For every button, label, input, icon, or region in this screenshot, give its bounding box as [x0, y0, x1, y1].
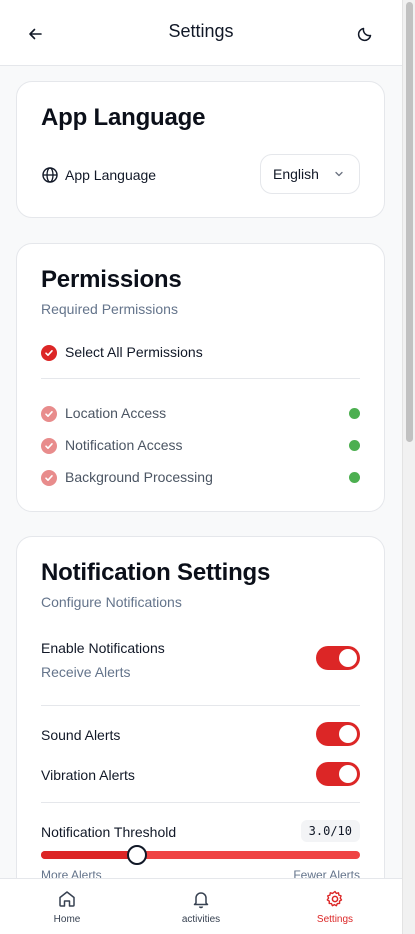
language-select-value: English	[273, 166, 319, 182]
threshold-slider-thumb[interactable]	[126, 845, 147, 865]
select-all-checkbox[interactable]	[41, 345, 57, 361]
enable-notifications-label: Enable Notifications	[41, 640, 165, 656]
vibration-alerts-label: Vibration Alerts	[41, 767, 135, 783]
threshold-slider[interactable]	[41, 845, 360, 865]
tab-home[interactable]: Home	[0, 879, 134, 934]
check-icon	[45, 443, 53, 449]
settings-screen: Settings App Language App Language Engli…	[0, 0, 402, 934]
page-title: Settings	[168, 21, 234, 41]
sound-alerts-toggle[interactable]	[316, 722, 360, 746]
home-icon	[59, 891, 75, 907]
permissions-card-title: Permissions	[41, 266, 182, 293]
check-icon	[45, 411, 53, 417]
bell-icon	[193, 892, 209, 909]
top-bar: Settings	[0, 0, 402, 66]
language-row-label: App Language	[65, 167, 157, 183]
language-select[interactable]: English	[260, 154, 360, 194]
page-scrollbar[interactable]	[402, 0, 415, 934]
notification-divider-2	[41, 802, 360, 803]
tab-settings[interactable]: Settings	[268, 879, 402, 934]
notification-divider-1	[41, 705, 360, 706]
location-access-label: Location Access	[65, 405, 167, 421]
scrollbar-thumb[interactable]	[406, 2, 413, 442]
threshold-slider-fill	[41, 851, 137, 859]
location-status-dot	[349, 408, 360, 419]
globe-icon	[42, 167, 58, 183]
tab-activities[interactable]: activities	[134, 879, 268, 934]
language-card-title: App Language	[41, 104, 206, 131]
permissions-card: Permissions Required Permissions Select …	[16, 243, 385, 512]
threshold-value-badge: 3.0/10	[300, 820, 360, 842]
select-all-label: Select All Permissions	[65, 344, 203, 360]
toggle-knob	[339, 765, 357, 783]
permissions-card-subtitle: Required Permissions	[41, 301, 178, 317]
tab-home-label: Home	[53, 914, 81, 925]
background-processing-label: Background Processing	[65, 469, 213, 485]
threshold-label: Notification Threshold	[41, 824, 177, 840]
notification-card-subtitle: Configure Notifications	[41, 594, 182, 610]
toggle-knob	[339, 725, 357, 743]
notification-access-label: Notification Access	[65, 437, 183, 453]
tab-activities-label: activities	[181, 914, 221, 925]
notification-status-dot	[349, 440, 360, 451]
enable-notifications-sub: Receive Alerts	[41, 664, 131, 680]
language-card: App Language App Language English	[16, 81, 385, 218]
toggle-knob	[339, 649, 357, 667]
background-processing-checkbox[interactable]	[41, 470, 57, 486]
vibration-alerts-toggle[interactable]	[316, 762, 360, 786]
sound-alerts-label: Sound Alerts	[41, 727, 121, 743]
moon-icon	[357, 27, 372, 42]
permissions-divider	[41, 378, 360, 379]
check-icon	[45, 475, 53, 481]
location-access-checkbox[interactable]	[41, 406, 57, 422]
enable-notifications-toggle[interactable]	[316, 646, 360, 670]
background-status-dot	[349, 472, 360, 483]
theme-toggle-button[interactable]	[352, 21, 378, 47]
bottom-tab-bar: Home activities Settings	[0, 878, 402, 934]
tab-settings-label: Settings	[316, 914, 354, 925]
check-icon	[45, 350, 53, 356]
notification-card-title: Notification Settings	[41, 559, 271, 586]
notification-access-checkbox[interactable]	[41, 438, 57, 454]
gear-icon	[326, 890, 343, 907]
chevron-down-icon	[335, 171, 343, 177]
notification-settings-card: Notification Settings Configure Notifica…	[16, 536, 385, 934]
